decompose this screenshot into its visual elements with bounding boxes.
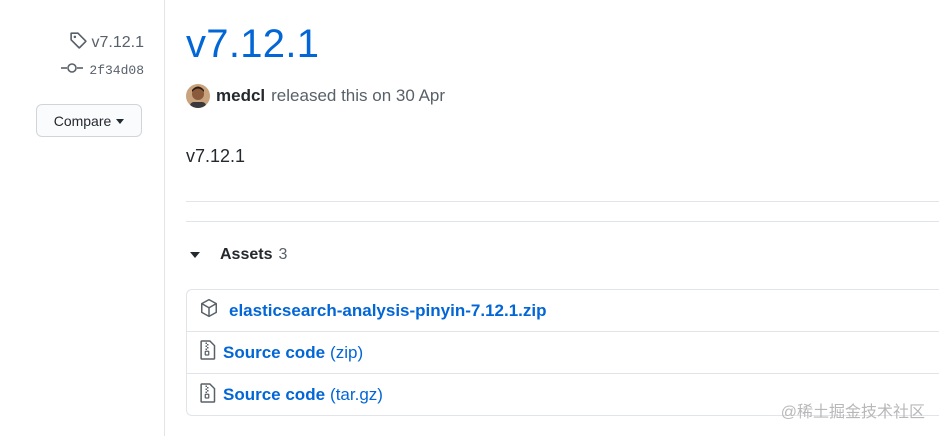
asset-row-source-zip[interactable]: Source code (zip)	[187, 332, 939, 374]
release-title[interactable]: v7.12.1	[186, 22, 319, 67]
assets-toggle[interactable]: Assets 3	[190, 246, 287, 264]
file-zip-icon	[199, 382, 217, 408]
assets-list: elasticsearch-analysis-pinyin-7.12.1.zip…	[186, 289, 939, 416]
source-format[interactable]: (tar.gz)	[330, 385, 383, 405]
release-main: v7.12.1 medcl released this on 30 Apr v7…	[186, 0, 939, 436]
source-format[interactable]: (zip)	[330, 343, 363, 363]
sidebar-divider	[164, 0, 165, 436]
release-byline: medcl released this on 30 Apr	[186, 84, 445, 108]
assets-label: Assets	[220, 246, 273, 263]
asset-link[interactable]: elasticsearch-analysis-pinyin-7.12.1.zip	[229, 301, 546, 321]
triangle-down-icon	[190, 252, 200, 258]
assets-count: 3	[278, 246, 288, 263]
commit-icon	[61, 62, 84, 78]
asset-row-zip-package[interactable]: elasticsearch-analysis-pinyin-7.12.1.zip	[187, 290, 939, 332]
tag-link[interactable]: v7.12.1	[68, 30, 144, 55]
author-link[interactable]: medcl	[216, 86, 265, 106]
source-code-link[interactable]: Source code	[223, 343, 325, 363]
package-icon	[199, 298, 219, 323]
chevron-down-icon	[116, 118, 125, 124]
divider	[186, 201, 939, 202]
file-zip-icon	[199, 340, 217, 365]
divider	[186, 221, 939, 222]
released-text: released this on 30 Apr	[271, 86, 446, 105]
source-code-link[interactable]: Source code	[223, 385, 325, 405]
release-body: v7.12.1	[186, 146, 246, 166]
watermark: @稀土掘金技术社区	[780, 404, 925, 421]
tag-name: v7.12.1	[91, 33, 144, 51]
tag-icon	[68, 30, 88, 55]
compare-label: Compare	[53, 112, 112, 129]
release-sidebar: v7.12.1 2f34d08 Compare	[0, 0, 165, 436]
avatar[interactable]	[186, 84, 210, 108]
commit-link[interactable]: 2f34d08	[61, 62, 144, 78]
compare-button[interactable]: Compare	[36, 104, 142, 137]
commit-sha: 2f34d08	[89, 62, 144, 78]
